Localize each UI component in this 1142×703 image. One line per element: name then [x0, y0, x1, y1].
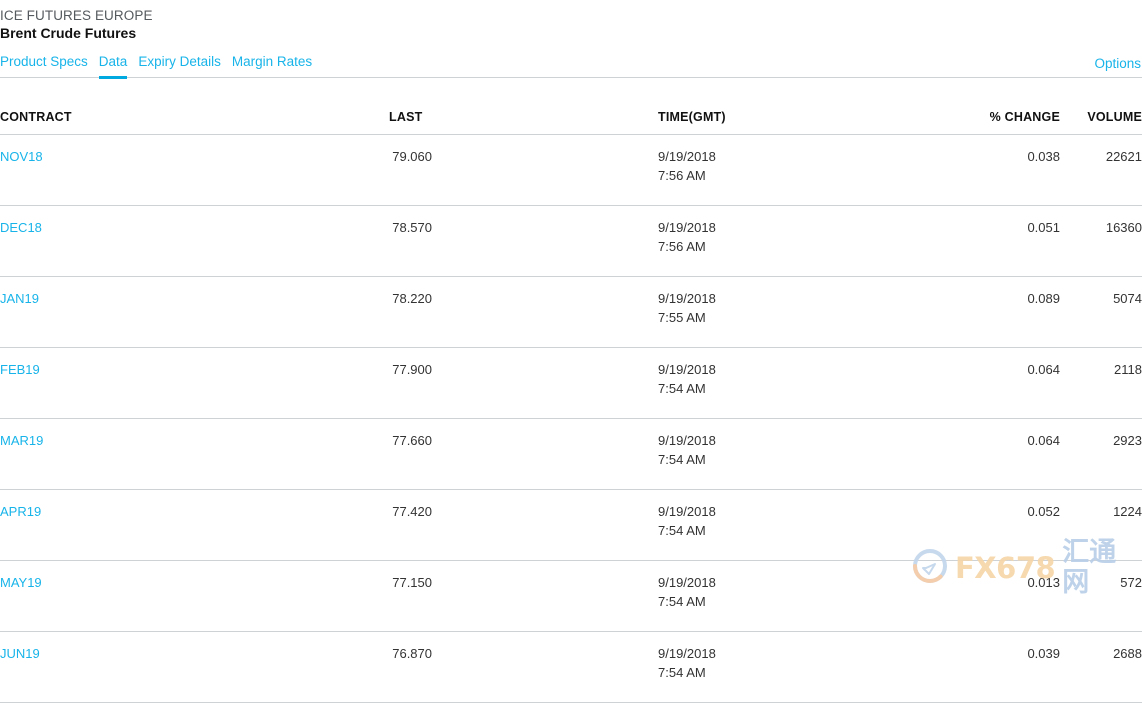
contract-link[interactable]: APR19 — [0, 504, 41, 519]
cell-contract: MAY19 — [0, 560, 389, 632]
trade-time: 7:54 AM — [658, 665, 706, 680]
cell-last: 78.570 — [389, 205, 658, 277]
cell-contract: APR19 — [0, 489, 389, 561]
column-header-volume[interactable]: VOLUME — [1060, 98, 1142, 135]
table-row: NOV18 79.060 9/19/2018 7:56 AM 0.038 2262… — [0, 134, 1142, 206]
table-body: NOV18 79.060 9/19/2018 7:56 AM 0.038 2262… — [0, 134, 1142, 703]
page-title: Brent Crude Futures — [0, 25, 137, 41]
contract-link[interactable]: JUN19 — [0, 646, 40, 661]
cell-contract: NOV18 — [0, 134, 389, 206]
trade-time: 7:56 AM — [658, 168, 706, 183]
cell-change: 0.038 — [952, 134, 1060, 206]
last-price: 79.060 — [392, 149, 432, 164]
tab-product-specs[interactable]: Product Specs — [0, 53, 88, 79]
cell-last: 77.660 — [389, 418, 658, 490]
exchange-name: ICE FUTURES EUROPE — [0, 8, 153, 23]
last-price: 77.150 — [392, 575, 432, 590]
cell-last: 77.420 — [389, 489, 658, 561]
last-price: 78.220 — [392, 291, 432, 306]
contract-link[interactable]: DEC18 — [0, 220, 42, 235]
trade-time: 7:56 AM — [658, 239, 706, 254]
column-header-contract[interactable]: CONTRACT — [0, 98, 389, 135]
cell-time: 9/19/2018 7:55 AM — [658, 276, 952, 348]
contract-link[interactable]: MAR19 — [0, 433, 43, 448]
tab-data[interactable]: Data — [98, 53, 128, 79]
table-row: FEB19 77.900 9/19/2018 7:54 AM 0.064 2118 — [0, 347, 1142, 419]
cell-last: 78.220 — [389, 276, 658, 348]
cell-volume: 5074 — [1060, 276, 1142, 348]
trade-time: 7:55 AM — [658, 310, 706, 325]
table-row: MAR19 77.660 9/19/2018 7:54 AM 0.064 2923 — [0, 418, 1142, 490]
tab-expiry-details[interactable]: Expiry Details — [138, 53, 221, 79]
cell-last: 79.060 — [389, 134, 658, 206]
cell-change: 0.089 — [952, 276, 1060, 348]
trade-time: 7:54 AM — [658, 594, 706, 609]
trade-date: 9/19/2018 — [658, 149, 716, 164]
cell-last: 77.900 — [389, 347, 658, 419]
tab-bar: Product Specs Data Expiry Details Margin… — [0, 53, 1142, 79]
last-price: 77.900 — [392, 362, 432, 377]
table-row: JAN19 78.220 9/19/2018 7:55 AM 0.089 5074 — [0, 276, 1142, 348]
table-row: JUN19 76.870 9/19/2018 7:54 AM 0.039 2688 — [0, 631, 1142, 703]
trade-date: 9/19/2018 — [658, 291, 716, 306]
cell-contract: JAN19 — [0, 276, 389, 348]
cell-change: 0.064 — [952, 418, 1060, 490]
cell-contract: FEB19 — [0, 347, 389, 419]
cell-time: 9/19/2018 7:54 AM — [658, 631, 952, 703]
cell-change: 0.013 — [952, 560, 1060, 632]
quotes-page: ICE FUTURES EUROPE Brent Crude Futures P… — [0, 0, 1142, 703]
trade-time: 7:54 AM — [658, 523, 706, 538]
cell-volume: 16360 — [1060, 205, 1142, 277]
column-header-last[interactable]: LAST — [389, 98, 658, 135]
table-header-row: CONTRACT LAST TIME(GMT) % CHANGE VOLUME — [0, 98, 1142, 135]
table-row: DEC18 78.570 9/19/2018 7:56 AM 0.051 1636… — [0, 205, 1142, 277]
contract-link[interactable]: MAY19 — [0, 575, 42, 590]
cell-volume: 1224 — [1060, 489, 1142, 561]
cell-volume: 2923 — [1060, 418, 1142, 490]
table-header: CONTRACT LAST TIME(GMT) % CHANGE VOLUME — [0, 98, 1142, 135]
cell-last: 76.870 — [389, 631, 658, 703]
cell-volume: 572 — [1060, 560, 1142, 632]
last-price: 77.660 — [392, 433, 432, 448]
cell-volume: 2118 — [1060, 347, 1142, 419]
last-price: 76.870 — [392, 646, 432, 661]
column-header-change[interactable]: % CHANGE — [952, 98, 1060, 135]
trade-date: 9/19/2018 — [658, 646, 716, 661]
cell-time: 9/19/2018 7:54 AM — [658, 418, 952, 490]
trade-date: 9/19/2018 — [658, 433, 716, 448]
trade-date: 9/19/2018 — [658, 504, 716, 519]
cell-time: 9/19/2018 7:56 AM — [658, 205, 952, 277]
cell-change: 0.052 — [952, 489, 1060, 561]
cell-contract: DEC18 — [0, 205, 389, 277]
cell-change: 0.039 — [952, 631, 1060, 703]
cell-time: 9/19/2018 7:54 AM — [658, 347, 952, 419]
cell-last: 77.150 — [389, 560, 658, 632]
table-row: APR19 77.420 9/19/2018 7:54 AM 0.052 1224 — [0, 489, 1142, 561]
tab-list: Product Specs Data Expiry Details Margin… — [0, 53, 312, 79]
cell-time: 9/19/2018 7:56 AM — [658, 134, 952, 206]
options-link[interactable]: Options — [1094, 55, 1141, 73]
contract-link[interactable]: NOV18 — [0, 149, 43, 164]
table-row: MAY19 77.150 9/19/2018 7:54 AM 0.013 572 — [0, 560, 1142, 632]
column-header-time[interactable]: TIME(GMT) — [658, 98, 952, 135]
trade-time: 7:54 AM — [658, 381, 706, 396]
trade-date: 9/19/2018 — [658, 575, 716, 590]
cell-change: 0.064 — [952, 347, 1060, 419]
trade-time: 7:54 AM — [658, 452, 706, 467]
quotes-table: CONTRACT LAST TIME(GMT) % CHANGE VOLUME … — [0, 98, 1142, 703]
cell-time: 9/19/2018 7:54 AM — [658, 560, 952, 632]
cell-volume: 22621 — [1060, 134, 1142, 206]
last-price: 77.420 — [392, 504, 432, 519]
trade-date: 9/19/2018 — [658, 220, 716, 235]
trade-date: 9/19/2018 — [658, 362, 716, 377]
contract-link[interactable]: FEB19 — [0, 362, 40, 377]
cell-time: 9/19/2018 7:54 AM — [658, 489, 952, 561]
cell-contract: JUN19 — [0, 631, 389, 703]
cell-contract: MAR19 — [0, 418, 389, 490]
last-price: 78.570 — [392, 220, 432, 235]
tab-margin-rates[interactable]: Margin Rates — [232, 53, 312, 79]
contract-link[interactable]: JAN19 — [0, 291, 39, 306]
cell-volume: 2688 — [1060, 631, 1142, 703]
cell-change: 0.051 — [952, 205, 1060, 277]
